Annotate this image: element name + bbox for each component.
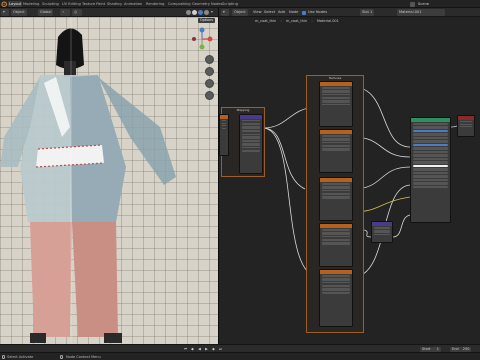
tab-uv-editing[interactable]: UV Editing [61,1,82,7]
end-value: 250 [462,346,470,351]
scene-icon[interactable] [410,1,415,7]
shading-dropdown-icon[interactable]: ▾ [211,9,213,16]
scene-selector[interactable]: Scene [418,1,429,7]
use-nodes-checkbox[interactable] [302,10,306,15]
menu-add[interactable]: Add [278,9,285,16]
next-keyframe-icon[interactable]: ◆ [211,347,216,352]
material-field[interactable]: Material.001 [397,9,445,16]
node-editor-type-icon[interactable]: ▾ [221,9,229,16]
tab-scripting[interactable]: Scripting [221,1,239,7]
solid-shading-icon[interactable] [192,10,197,15]
status-context-menu-hint: Node Context Menu [66,355,101,359]
material-preview-icon[interactable] [198,10,203,15]
menu-node[interactable]: Node [289,9,298,16]
node-editor[interactable]: m_coat_thin › m_coat_thin › Material.001… [219,17,480,344]
shader-type-dropdown[interactable]: Object [232,9,248,16]
start-value: 1 [436,346,439,351]
timeline-bar: ⏮ ◆ ◀ ▶ ◆ ⏭ Start 1 End 250 [0,344,480,352]
blender-logo-icon[interactable] [1,1,7,7]
mouse-icon [2,355,5,359]
node-image-texture-4[interactable] [319,223,353,267]
object-mode-dropdown[interactable]: Object [11,9,27,16]
node-normal-map[interactable] [371,221,393,243]
tab-compositing[interactable]: Compositing [167,1,192,7]
frame-mapping-label: Mapping [236,108,250,112]
tab-modeling[interactable]: Modeling [22,1,40,7]
slot-dropdown[interactable]: Slot 1 [360,9,375,16]
node-image-texture-3[interactable] [319,177,353,221]
status-select-hint: Select Activate [7,355,34,359]
keyframe-icon[interactable]: ◆ [190,347,195,352]
tab-geometry-nodes[interactable]: Geometry Nodes [191,1,223,7]
tab-rendering[interactable]: Rendering [145,1,165,7]
node-image-texture-2[interactable] [319,129,353,173]
tab-shading[interactable]: Shading [106,1,123,7]
mouse-icon [60,355,63,359]
proportional-edit-icon[interactable]: ◎ [72,9,82,16]
frame-textures-label: Textures [328,76,342,80]
workspace-tabs-bar: Layout Modeling Sculpting UV Editing Tex… [0,0,480,8]
start-frame-field[interactable]: Start 1 [420,346,441,352]
wireframe-shading-icon[interactable] [186,10,191,15]
orientation-dropdown[interactable]: Global [38,9,54,16]
end-frame-field[interactable]: End 250 [450,346,472,352]
menu-view[interactable]: View [253,9,262,16]
node-image-texture-1[interactable] [319,81,353,127]
reverse-play-icon[interactable]: ◀ [197,347,202,352]
jump-start-icon[interactable]: ⏮ [183,347,188,352]
node-principled-bsdf[interactable] [410,117,451,223]
menu-select[interactable]: Select [264,9,275,16]
character-model [0,17,176,344]
viewport-header: ▾ Object Global ⌁ ◎ ▾ [0,8,218,17]
tab-texture-paint[interactable]: Texture Paint [81,1,106,7]
editor-type-icon[interactable]: ▾ [1,9,9,16]
node-editor-header: ▾ Object View Select Add Node Use Nodes … [219,8,480,17]
node-image-texture-5[interactable] [319,269,353,327]
rendered-shading-icon[interactable] [204,10,209,15]
node-texture-coordinate[interactable] [219,114,229,156]
tab-layout[interactable]: Layout [8,1,23,7]
snap-icon[interactable]: ⌁ [60,9,70,16]
end-label: End [452,346,459,351]
tab-animation[interactable]: Animation [123,1,143,7]
use-nodes-label: Use Nodes [308,10,328,14]
status-bar: Select Activate Node Context Menu [0,352,480,360]
tab-sculpting[interactable]: Sculpting [41,1,60,7]
node-material-output[interactable] [457,115,475,137]
jump-end-icon[interactable]: ⏭ [218,347,223,352]
3d-viewport[interactable]: Options [0,17,218,344]
node-mapping[interactable] [239,114,263,174]
start-label: Start [422,346,431,351]
play-icon[interactable]: ▶ [204,347,209,352]
